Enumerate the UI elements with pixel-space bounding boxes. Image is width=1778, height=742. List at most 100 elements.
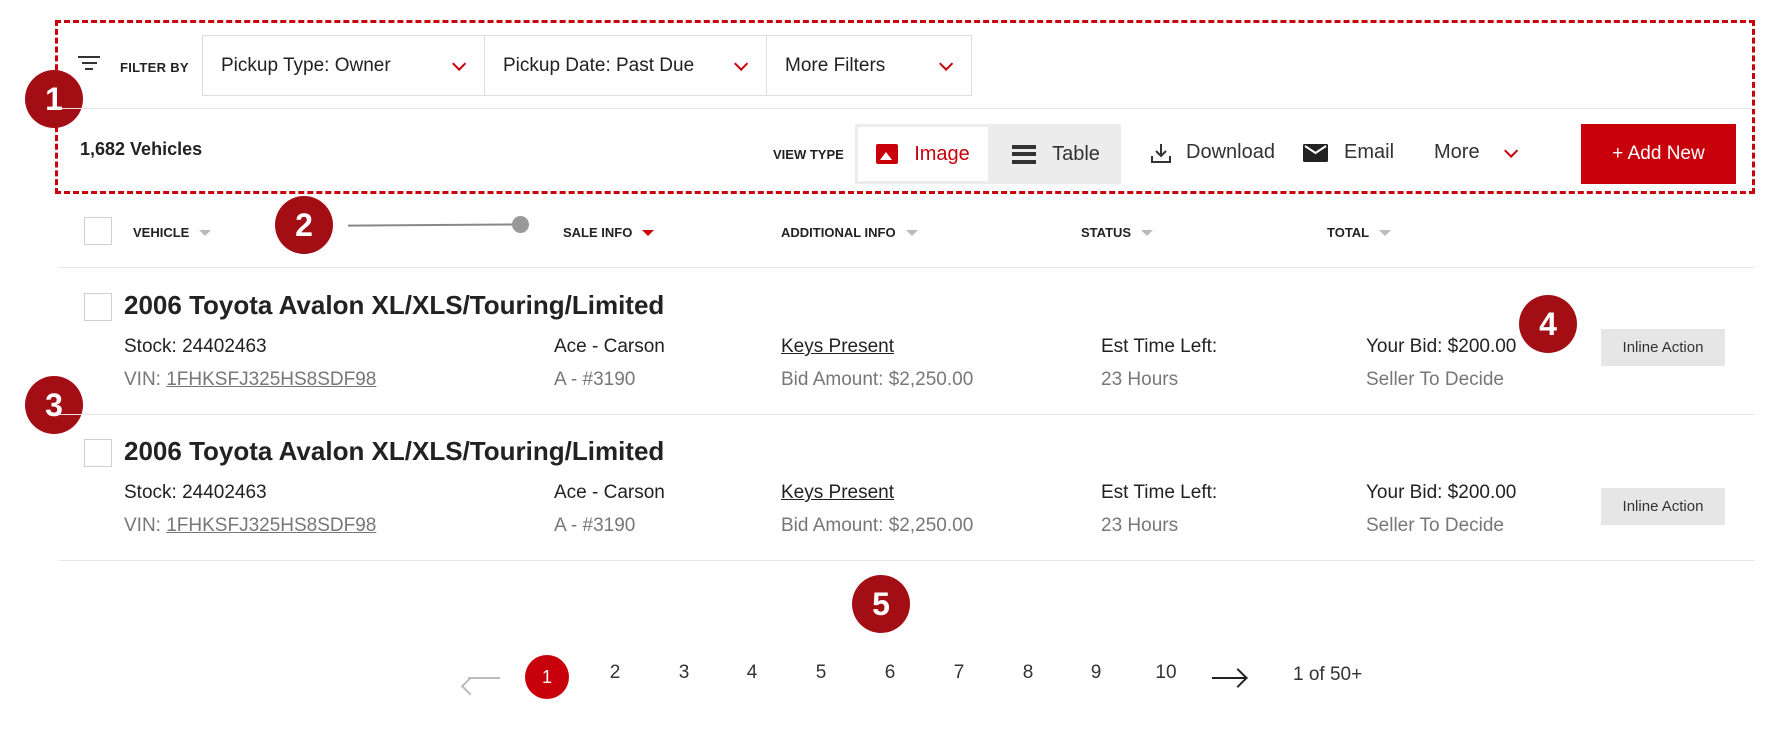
toolbar-divider bbox=[55, 108, 1755, 109]
more-filters-label: More Filters bbox=[785, 54, 886, 76]
pickup-type-dropdown[interactable]: Pickup Type: Owner bbox=[203, 36, 485, 95]
table-view-button[interactable]: Table bbox=[991, 124, 1121, 184]
sort-caret-icon bbox=[199, 229, 212, 236]
vin-label: VIN: bbox=[124, 369, 167, 390]
pickup-type-label: Pickup Type: Owner bbox=[221, 54, 391, 76]
column-header-label: TOTAL bbox=[1327, 225, 1370, 240]
sort-caret-icon bbox=[1141, 229, 1154, 236]
more-label: More bbox=[1434, 141, 1480, 163]
page-3-button[interactable]: 3 bbox=[664, 662, 704, 684]
status-value: 23 Hours bbox=[1101, 515, 1179, 536]
select-all-checkbox[interactable] bbox=[84, 217, 112, 245]
vehicle-title[interactable]: 2006 Toyota Avalon XL/XLS/Touring/Limite… bbox=[124, 290, 664, 321]
vehicle-count: 1,682 Vehicles bbox=[80, 139, 203, 159]
page-5-button[interactable]: 5 bbox=[801, 662, 841, 684]
sale-location: Ace - Carson bbox=[554, 482, 665, 503]
row-divider bbox=[59, 414, 1755, 415]
annotation-marker-5: 5 bbox=[852, 575, 910, 633]
vin-label: VIN: bbox=[124, 515, 167, 536]
download-label: Download bbox=[1186, 141, 1275, 163]
page-9-button[interactable]: 9 bbox=[1076, 662, 1116, 684]
email-button[interactable]: Email bbox=[1303, 141, 1394, 164]
page-4-button[interactable]: 4 bbox=[732, 662, 772, 684]
email-label: Email bbox=[1344, 141, 1395, 163]
sort-caret-icon bbox=[642, 229, 655, 236]
page-6-button[interactable]: 6 bbox=[870, 662, 910, 684]
page-10-button[interactable]: 10 bbox=[1146, 662, 1186, 684]
decision-status: Seller To Decide bbox=[1366, 515, 1505, 536]
sale-lane: A - #3190 bbox=[554, 369, 636, 390]
sale-location: Ace - Carson bbox=[554, 336, 665, 357]
sort-caret-icon bbox=[905, 229, 918, 236]
row-checkbox[interactable] bbox=[84, 293, 112, 321]
column-header-sale-info[interactable]: SALE INFO bbox=[563, 225, 655, 240]
vin-line: VIN: 1FHKSFJ325HS8SDF98 bbox=[124, 515, 376, 537]
add-new-button[interactable]: + Add New bbox=[1581, 124, 1736, 184]
status-value: 23 Hours bbox=[1101, 369, 1179, 390]
sort-caret-icon bbox=[1379, 229, 1392, 236]
vin-link[interactable]: 1FHKSFJ325HS8SDF98 bbox=[166, 515, 376, 536]
your-bid: Your Bid: $200.00 bbox=[1366, 482, 1517, 503]
table-icon bbox=[1012, 144, 1037, 164]
column-header-label: STATUS bbox=[1081, 225, 1132, 240]
page-1-button[interactable]: 1 bbox=[525, 655, 569, 699]
bid-amount: Bid Amount: $2,250.00 bbox=[781, 515, 974, 536]
bid-amount: Bid Amount: $2,250.00 bbox=[781, 369, 974, 390]
row-divider bbox=[59, 560, 1755, 561]
stock-number: Stock: 24402463 bbox=[124, 482, 267, 503]
row-checkbox[interactable] bbox=[84, 439, 112, 467]
decision-status: Seller To Decide bbox=[1366, 369, 1505, 390]
page-count-summary: 1 of 50+ bbox=[1293, 664, 1363, 685]
annotation-marker-2: 2 bbox=[275, 196, 333, 254]
mail-icon bbox=[1303, 143, 1328, 162]
column-header-label: SALE INFO bbox=[563, 225, 633, 240]
page-7-button[interactable]: 7 bbox=[939, 662, 979, 684]
stock-number: Stock: 24402463 bbox=[124, 336, 267, 357]
more-filters-dropdown[interactable]: More Filters bbox=[767, 36, 971, 95]
filter-by-label: FILTER BY bbox=[120, 60, 189, 75]
image-icon bbox=[876, 144, 899, 164]
pickup-date-label: Pickup Date: Past Due bbox=[503, 54, 695, 76]
column-header-status[interactable]: STATUS bbox=[1081, 225, 1154, 240]
chevron-down-icon bbox=[939, 56, 954, 71]
chevron-down-icon bbox=[452, 56, 467, 71]
vin-link[interactable]: 1FHKSFJ325HS8SDF98 bbox=[166, 369, 376, 390]
column-header-additional-info[interactable]: ADDITIONAL INFO bbox=[781, 225, 918, 240]
annotation-marker-4: 4 bbox=[1519, 295, 1577, 353]
image-view-button[interactable]: Image bbox=[858, 127, 988, 181]
annotation-marker-3: 3 bbox=[25, 376, 83, 434]
view-type-toggle: Image Table bbox=[855, 124, 1121, 184]
page-8-button[interactable]: 8 bbox=[1008, 662, 1048, 684]
column-header-label: ADDITIONAL INFO bbox=[781, 225, 896, 240]
inline-action-button[interactable]: Inline Action bbox=[1601, 329, 1725, 366]
header-divider bbox=[59, 267, 1755, 268]
image-view-label: Image bbox=[914, 142, 970, 165]
pickup-date-dropdown[interactable]: Pickup Date: Past Due bbox=[485, 36, 767, 95]
view-type-label: VIEW TYPE bbox=[773, 147, 844, 162]
status-label: Est Time Left: bbox=[1101, 336, 1218, 357]
download-icon bbox=[1151, 143, 1171, 163]
keys-present-link[interactable]: Keys Present bbox=[781, 336, 894, 358]
annotation-connector-line bbox=[347, 223, 521, 227]
filter-group: Pickup Type: Owner Pickup Date: Past Due… bbox=[202, 35, 972, 96]
annotation-marker-1: 1 bbox=[25, 70, 83, 128]
page-2-button[interactable]: 2 bbox=[595, 662, 635, 684]
more-dropdown[interactable]: More bbox=[1434, 141, 1518, 164]
inline-action-button[interactable]: Inline Action bbox=[1601, 488, 1725, 525]
vehicle-title[interactable]: 2006 Toyota Avalon XL/XLS/Touring/Limite… bbox=[124, 436, 664, 467]
previous-page-arrow-icon[interactable] bbox=[468, 677, 500, 679]
vin-line: VIN: 1FHKSFJ325HS8SDF98 bbox=[124, 369, 376, 391]
next-page-arrow-icon[interactable] bbox=[1212, 677, 1246, 679]
annotation-connector-dot bbox=[512, 216, 529, 233]
column-header-total[interactable]: TOTAL bbox=[1327, 225, 1392, 240]
column-header-label: VEHICLE bbox=[133, 225, 190, 240]
chevron-down-icon bbox=[734, 56, 749, 71]
keys-present-link[interactable]: Keys Present bbox=[781, 482, 894, 504]
your-bid: Your Bid: $200.00 bbox=[1366, 336, 1517, 357]
download-button[interactable]: Download bbox=[1150, 141, 1275, 164]
table-view-label: Table bbox=[1052, 142, 1100, 165]
sale-lane: A - #3190 bbox=[554, 515, 636, 536]
column-header-vehicle[interactable]: VEHICLE bbox=[133, 225, 212, 240]
status-label: Est Time Left: bbox=[1101, 482, 1218, 503]
filter-icon bbox=[78, 56, 100, 74]
